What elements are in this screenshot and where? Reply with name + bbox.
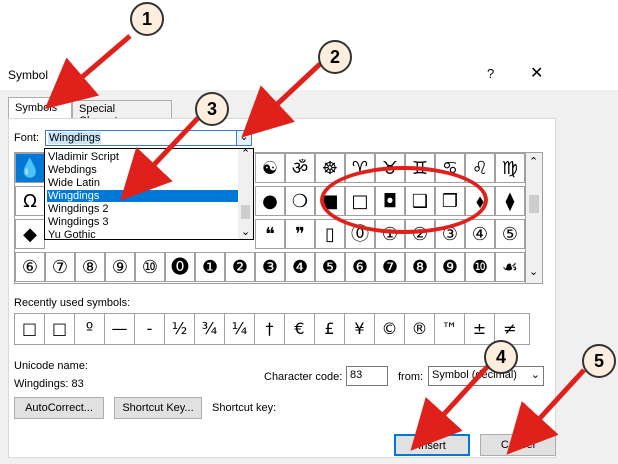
step-badge-3: 3 [195,92,229,126]
step-badge-4: 4 [484,340,518,374]
arrow-to-wingdings-option [120,116,200,201]
arrow-to-insert-button [410,364,490,451]
step-badge-2: 2 [318,40,352,74]
step-badge-5: 5 [582,344,616,378]
step-badge-1: 1 [130,2,164,36]
annotation-arrows [44,34,586,455]
arrow-to-cancel-button [506,368,586,455]
arrow-to-font-dropdown [241,62,322,138]
arrow-to-symbols-tab [44,34,132,110]
